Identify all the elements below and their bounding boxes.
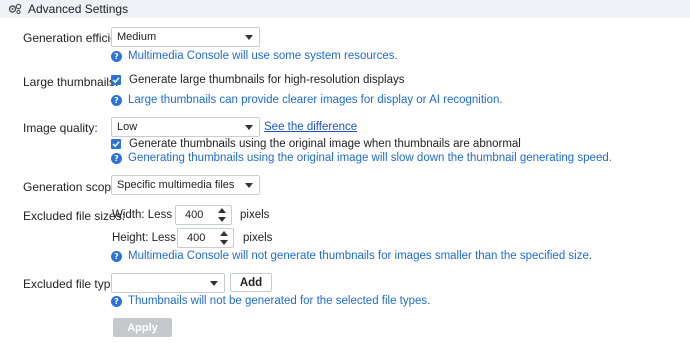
section-title: Advanced Settings xyxy=(28,2,129,16)
info-icon: ? xyxy=(111,152,122,164)
generation-efficiency-select[interactable]: Medium xyxy=(111,27,260,47)
stepper-arrows xyxy=(220,231,229,245)
efficiency-info-text: Multimedia Console will use some system … xyxy=(128,50,398,62)
width-stepper[interactable]: 400 xyxy=(175,205,232,225)
quality-info-text: Generating thumbnails using the original… xyxy=(128,152,612,164)
efficiency-info: ? Multimedia Console will use some syste… xyxy=(111,50,398,62)
image-quality-label: Image quality: xyxy=(23,121,98,135)
generation-scope-select[interactable]: Specific multimedia files xyxy=(111,175,260,195)
chevron-down-icon xyxy=(245,183,253,188)
width-stepper-value: 400 xyxy=(185,209,204,221)
increment-arrow-icon[interactable] xyxy=(218,208,226,213)
chevron-down-icon xyxy=(245,35,253,40)
excluded-file-types-select[interactable] xyxy=(111,273,225,293)
info-icon: ? xyxy=(111,295,122,307)
image-quality-select[interactable]: Low xyxy=(111,117,260,137)
chevron-down-icon xyxy=(245,125,253,130)
types-info: ? Thumbnails will not be generated for t… xyxy=(111,295,430,307)
info-icon: ? xyxy=(111,94,122,106)
stepper-arrows xyxy=(218,208,227,222)
large-thumbnails-checkbox-label: Generate large thumbnails for high-resol… xyxy=(129,74,405,86)
thumbnails-info-text: Large thumbnails can provide clearer ima… xyxy=(128,94,503,106)
generation-scope-label: Generation scope: xyxy=(23,180,122,194)
height-stepper[interactable]: 400 xyxy=(177,228,234,248)
large-thumbnails-checkbox[interactable]: Generate large thumbnails for high-resol… xyxy=(111,74,405,86)
generation-efficiency-value: Medium xyxy=(117,31,157,43)
apply-button[interactable]: Apply xyxy=(113,318,172,337)
see-difference-link[interactable]: See the difference xyxy=(264,121,357,133)
generation-scope-value: Specific multimedia files xyxy=(117,179,235,191)
checkbox-checked-icon[interactable] xyxy=(111,75,121,85)
original-image-checkbox-label: Generate thumbnails using the original i… xyxy=(129,138,521,150)
image-quality-value: Low xyxy=(117,121,138,133)
original-image-checkbox[interactable]: Generate thumbnails using the original i… xyxy=(111,138,521,150)
width-unit-label: pixels xyxy=(240,209,270,221)
sizes-info: ? Multimedia Console will not generate t… xyxy=(111,250,592,262)
checkbox-checked-icon[interactable] xyxy=(111,139,121,149)
height-stepper-value: 400 xyxy=(187,232,206,244)
quality-info: ? Generating thumbnails using the origin… xyxy=(111,152,612,164)
thumbnails-info: ? Large thumbnails can provide clearer i… xyxy=(111,94,503,106)
gear-settings-icon xyxy=(8,3,22,15)
decrement-arrow-icon[interactable] xyxy=(220,240,228,245)
types-info-text: Thumbnails will not be generated for the… xyxy=(128,295,431,307)
large-thumbnails-label: Large thumbnails: xyxy=(23,75,119,89)
chevron-down-icon xyxy=(210,281,218,286)
increment-arrow-icon[interactable] xyxy=(220,231,228,236)
sizes-info-text: Multimedia Console will not generate thu… xyxy=(128,250,593,262)
info-icon: ? xyxy=(111,250,122,262)
add-file-type-button[interactable]: Add xyxy=(230,273,272,292)
info-icon: ? xyxy=(111,50,122,62)
height-unit-label: pixels xyxy=(243,232,273,244)
section-header: Advanced Settings xyxy=(0,0,690,18)
excluded-file-sizes-label: Excluded file sizes: xyxy=(23,209,126,223)
decrement-arrow-icon[interactable] xyxy=(218,217,226,222)
